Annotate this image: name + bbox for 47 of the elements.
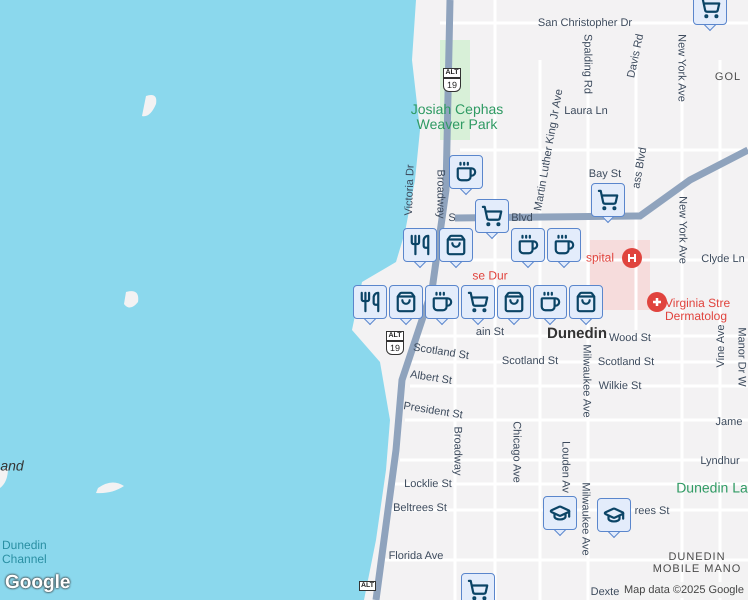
park-label: Josiah Cephas Weaver Park <box>410 102 504 132</box>
street-label: Locklie St <box>404 476 452 492</box>
place-label: spital <box>586 252 614 264</box>
street-label: Spalding Rd <box>580 34 594 94</box>
street-label: Beltrees St <box>393 500 447 516</box>
street-label: Scotland St <box>598 354 654 370</box>
street-label: rees St <box>634 504 670 519</box>
street-label: Manor Dr W <box>734 327 748 387</box>
street-label: Laura Ln <box>564 104 608 119</box>
street-label: Broadway <box>433 170 448 218</box>
google-logo: Google <box>5 570 70 594</box>
street-label: Scotland St <box>502 354 558 369</box>
area-label: DUNEDIN MOBILE MANO <box>652 551 742 575</box>
street-label: Clyde Ln <box>701 252 745 267</box>
street-label: Broadway <box>450 426 464 476</box>
water-label: Dunedin Channel <box>2 538 48 566</box>
street-label: New York Ave <box>675 196 690 264</box>
street-label: S <box>448 210 456 226</box>
street-label: Milwaukee Ave <box>578 482 592 556</box>
place-label: se Dur <box>472 270 508 282</box>
street-label: Martin Luther King Jr Ave <box>532 88 566 212</box>
island-label: and <box>0 456 24 476</box>
street-label: Dexte <box>590 584 620 600</box>
street-label: Milwaukee Ave <box>579 344 594 418</box>
street-label: Vine Ave <box>714 324 728 368</box>
area-label: GOL <box>714 71 742 83</box>
street-label: San Christopher Dr <box>538 16 632 31</box>
place-label: Virginia Stre Dermatolog <box>665 297 732 323</box>
park-label: Dunedin La <box>676 480 748 496</box>
street-label: Albert St <box>408 368 454 389</box>
street-label: Louden Av <box>558 441 572 493</box>
street-label: Scotland St <box>412 340 470 364</box>
street-label: Chicago Ave <box>509 421 524 483</box>
street-label: ass Blvd <box>629 146 650 190</box>
street-label: Wood St <box>609 330 651 346</box>
street-label: Blvd <box>511 210 533 226</box>
street-label: Wilkie St <box>598 378 642 394</box>
street-label: Lyndhur <box>700 454 740 469</box>
street-label: Victoria Dr <box>402 164 418 216</box>
street-label: ain St <box>476 324 504 340</box>
street-label: Bay St <box>588 166 622 182</box>
street-label: President St <box>402 399 464 424</box>
city-label: Dunedin <box>547 324 607 344</box>
street-label: Jame <box>716 414 742 430</box>
street-label: Florida Ave <box>388 548 444 564</box>
street-label: New York Ave <box>674 34 688 102</box>
street-label: Davis Rd <box>624 32 648 80</box>
